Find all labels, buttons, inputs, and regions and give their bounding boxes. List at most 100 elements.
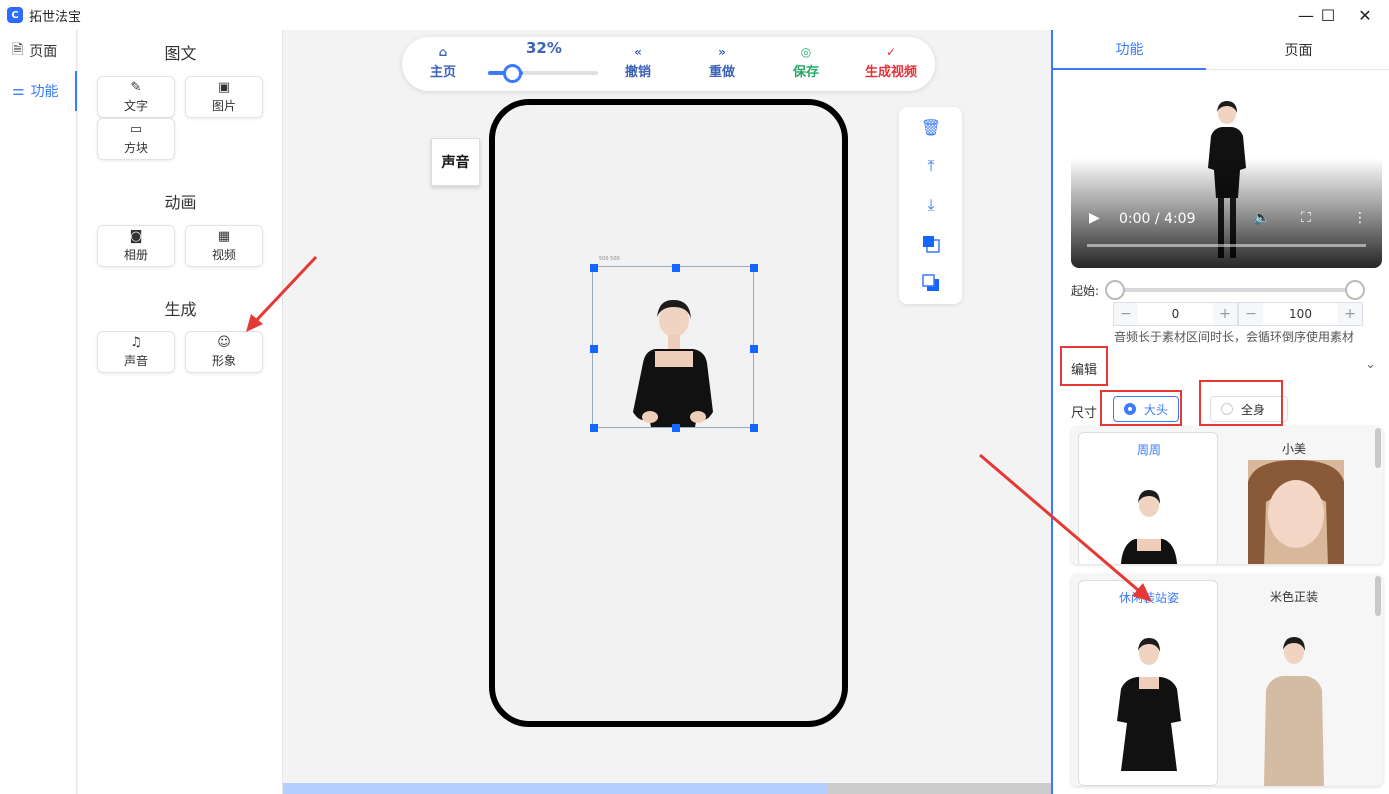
bring-front-icon[interactable] — [921, 234, 941, 254]
video-player[interactable]: ▶ 0:00 / 4:09 🔈 ⛶ ⋮ — [1071, 78, 1382, 268]
text-tool-button[interactable]: ✎ 文字 — [97, 76, 175, 118]
range-end-knob[interactable] — [1345, 280, 1365, 300]
home-icon: ⌂ — [438, 45, 448, 59]
tool-label: 视频 — [211, 247, 236, 262]
increment-button[interactable]: + — [1338, 303, 1362, 325]
voice-tool-button[interactable]: ♫ 声音 — [97, 331, 175, 373]
avatar-thumbnail — [1264, 637, 1324, 786]
right-panel: 功能 页面 ▶ 0:00 / 4:09 🔈 ⛶ ⋮ 起始: − 0 + − 10… — [1051, 30, 1389, 794]
scrollbar[interactable] — [1375, 576, 1381, 616]
resize-handle[interactable] — [750, 424, 758, 432]
redo-button[interactable]: » 重做 — [709, 45, 735, 80]
resize-handle[interactable] — [590, 264, 598, 272]
tool-label: 图片 — [211, 98, 236, 113]
canvas-horizontal-scrollbar[interactable] — [283, 783, 1051, 794]
send-back-icon[interactable] — [921, 273, 941, 293]
nav-item-label: 功能 — [30, 84, 59, 100]
redo-label: 重做 — [709, 65, 736, 80]
save-button[interactable]: ◎ 保存 — [793, 45, 819, 80]
range-start-knob[interactable] — [1105, 280, 1125, 300]
selection-size-label: 500 500 — [599, 256, 620, 262]
avatar-thumbnail — [1121, 490, 1177, 564]
zoom-slider-knob[interactable] — [503, 64, 522, 83]
camera-icon: ◙ — [129, 228, 143, 244]
size-label: 尺寸 — [1071, 406, 1098, 421]
start-value[interactable]: 0 — [1138, 307, 1213, 321]
range-slider[interactable]: 起始: — [1071, 280, 1381, 302]
generate-label: 生成视频 — [865, 65, 918, 80]
save-label: 保存 — [793, 65, 820, 80]
resize-handle[interactable] — [672, 424, 680, 432]
home-button[interactable]: ⌂ 主页 — [430, 45, 456, 80]
tab-page[interactable]: 页面 — [1206, 30, 1389, 70]
fullscreen-icon[interactable]: ⛶ — [1301, 210, 1311, 226]
tab-function[interactable]: 功能 — [1053, 30, 1206, 70]
close-button[interactable]: ✕ — [1342, 0, 1388, 30]
align-bottom-icon[interactable]: ⤓ — [921, 195, 941, 215]
avatar-list: 休闲装站姿 米色正装 — [1071, 574, 1383, 786]
range-track — [1114, 288, 1354, 292]
avatar-card[interactable]: 米色正装 — [1224, 580, 1364, 786]
increment-button[interactable]: + — [1213, 303, 1237, 325]
volume-icon[interactable]: 🔈 — [1253, 210, 1270, 226]
layer-tools: 🗑 ⤒ ⤓ — [899, 107, 962, 304]
avatar-head-image — [633, 299, 713, 427]
film-icon: ▦ — [217, 228, 231, 244]
document-icon: 🗎 — [12, 42, 24, 58]
title-bar: C 拓世法宝 — ☐ ✕ — [0, 0, 1389, 30]
app-title: 拓世法宝 — [29, 9, 82, 25]
top-toolbar: ⌂ 主页 32% « 撤销 » 重做 ◎ 保存 ✓ 生成视频 — [402, 37, 935, 91]
sliders-icon: ⚌ — [12, 83, 25, 99]
audio-track-tag[interactable]: 声音 — [431, 138, 480, 186]
scrollbar[interactable] — [1375, 428, 1381, 468]
trash-icon[interactable]: 🗑 — [921, 117, 941, 137]
nav-item-function[interactable]: ⚌ 功能 — [0, 71, 77, 111]
end-value[interactable]: 100 — [1263, 307, 1338, 321]
annotation-box — [1199, 380, 1283, 426]
start-stepper[interactable]: − 0 + — [1113, 302, 1238, 326]
play-icon[interactable]: ▶ — [1089, 210, 1100, 226]
decrement-button[interactable]: − — [1114, 303, 1138, 325]
double-left-icon: « — [634, 45, 642, 59]
decrement-button[interactable]: − — [1239, 303, 1263, 325]
resize-handle[interactable] — [590, 424, 598, 432]
more-options-icon[interactable]: ⋮ — [1353, 210, 1367, 226]
headphones-icon: ♫ — [130, 334, 142, 350]
video-tool-button[interactable]: ▦ 视频 — [185, 225, 263, 267]
section-title-graphics: 图文 — [164, 44, 197, 63]
generate-video-button[interactable]: ✓ 生成视频 — [865, 45, 917, 80]
tool-label: 相册 — [123, 247, 148, 262]
avatar-tool-button[interactable]: ☺ 形象 — [185, 331, 263, 373]
tool-label: 方块 — [123, 140, 148, 155]
resize-handle[interactable] — [590, 345, 598, 353]
zoom-level: 32% — [526, 39, 562, 57]
tool-label: 形象 — [211, 353, 236, 368]
avatar-list: 周周 小美 — [1071, 426, 1383, 564]
tools-panel: 图文 ✎ 文字 ▣ 图片 ▭ 方块 动画 ◙ 相册 ▦ 视频 生成 ♫ 声音 ☺… — [78, 30, 283, 794]
scrollbar-thumb[interactable] — [283, 783, 828, 794]
avatar-card[interactable]: 周周 — [1078, 432, 1218, 564]
resize-handle[interactable] — [672, 264, 680, 272]
loop-hint: 音频长于素材区间时长，会循环倒序使用素材 — [1114, 330, 1355, 344]
resize-handle[interactable] — [750, 345, 758, 353]
check-circle-icon: ◎ — [800, 45, 812, 59]
end-stepper[interactable]: − 100 + — [1238, 302, 1363, 326]
annotation-box — [1100, 390, 1182, 426]
align-top-icon[interactable]: ⤒ — [921, 156, 941, 176]
edit-icon: ✎ — [130, 79, 142, 95]
app-logo-icon: C — [7, 7, 23, 23]
resize-handle[interactable] — [750, 264, 758, 272]
undo-button[interactable]: « 撤销 — [625, 45, 651, 80]
avatar-card[interactable]: 休闲装站姿 — [1078, 580, 1218, 786]
board-icon: ▭ — [129, 121, 143, 137]
selected-avatar-element[interactable] — [592, 266, 754, 428]
video-time: 0:00 / 4:09 — [1119, 211, 1196, 227]
nav-item-label: 页面 — [29, 44, 58, 60]
album-tool-button[interactable]: ◙ 相册 — [97, 225, 175, 267]
chevron-down-icon[interactable]: ⌄ — [1365, 357, 1376, 372]
block-tool-button[interactable]: ▭ 方块 — [97, 118, 175, 160]
nav-item-page[interactable]: 🗎 页面 — [0, 31, 77, 71]
image-tool-button[interactable]: ▣ 图片 — [185, 76, 263, 118]
video-progress-bar[interactable] — [1087, 244, 1366, 247]
avatar-card[interactable]: 小美 — [1224, 432, 1364, 564]
